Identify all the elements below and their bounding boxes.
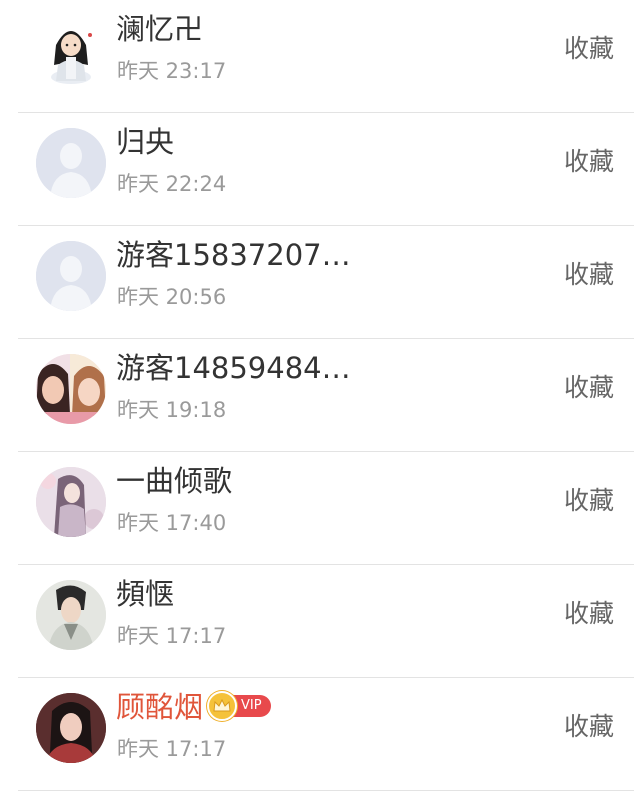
list-item[interactable]: 归央 昨天 22:24 收藏: [0, 113, 640, 226]
user-name: 归央: [116, 125, 175, 159]
favorite-button[interactable]: 收藏: [564, 483, 614, 519]
avatar[interactable]: [36, 693, 106, 763]
timestamp: 昨天 17:17: [117, 737, 227, 761]
crown-icon: [207, 691, 238, 721]
default-avatar-icon: [36, 241, 106, 311]
timestamp: 昨天 22:24: [117, 172, 227, 196]
list-item[interactable]: 游客15837207… 昨天 20:56 收藏: [0, 226, 640, 339]
avatar[interactable]: [36, 354, 106, 424]
user-name: 游客15837207…: [116, 238, 351, 272]
list-item[interactable]: 澜忆卍 昨天 23:17 收藏: [0, 0, 640, 113]
user-name: 顾酩烟 VIP: [116, 687, 271, 727]
favorite-button[interactable]: 收藏: [564, 257, 614, 293]
default-avatar-icon: [36, 128, 106, 198]
avatar[interactable]: [36, 128, 106, 198]
favorite-button[interactable]: 收藏: [564, 370, 614, 406]
user-name-text: 顾酩烟: [116, 690, 204, 724]
timestamp: 昨天 17:40: [117, 511, 227, 535]
list-item[interactable]: 游客14859484… 昨天 19:18 收藏: [0, 339, 640, 452]
list-item[interactable]: 顾酩烟 VIP 昨天 17:17 收藏: [0, 678, 640, 791]
list-item[interactable]: 頻惬 昨天 17:17 收藏: [0, 565, 640, 678]
favorite-button[interactable]: 收藏: [564, 31, 614, 67]
favorite-button[interactable]: 收藏: [564, 596, 614, 632]
avatar[interactable]: [36, 241, 106, 311]
favorites-list: 澜忆卍 昨天 23:17 收藏 归央 昨天 22:24 收藏 游客1583720…: [0, 0, 640, 791]
user-name: 頻惬: [116, 577, 175, 611]
timestamp: 昨天 19:18: [117, 398, 227, 422]
favorite-button[interactable]: 收藏: [564, 709, 614, 745]
avatar[interactable]: [36, 15, 106, 85]
avatar[interactable]: [36, 580, 106, 650]
timestamp: 昨天 17:17: [117, 624, 227, 648]
avatar[interactable]: [36, 467, 106, 537]
timestamp: 昨天 20:56: [117, 285, 227, 309]
list-item[interactable]: 一曲倾歌 昨天 17:40 收藏: [0, 452, 640, 565]
timestamp: 昨天 23:17: [117, 59, 227, 83]
user-name: 澜忆卍: [116, 12, 204, 46]
vip-badge: VIP: [207, 691, 271, 721]
user-name: 一曲倾歌: [116, 464, 233, 498]
favorite-button[interactable]: 收藏: [564, 144, 614, 180]
user-name: 游客14859484…: [116, 351, 351, 385]
